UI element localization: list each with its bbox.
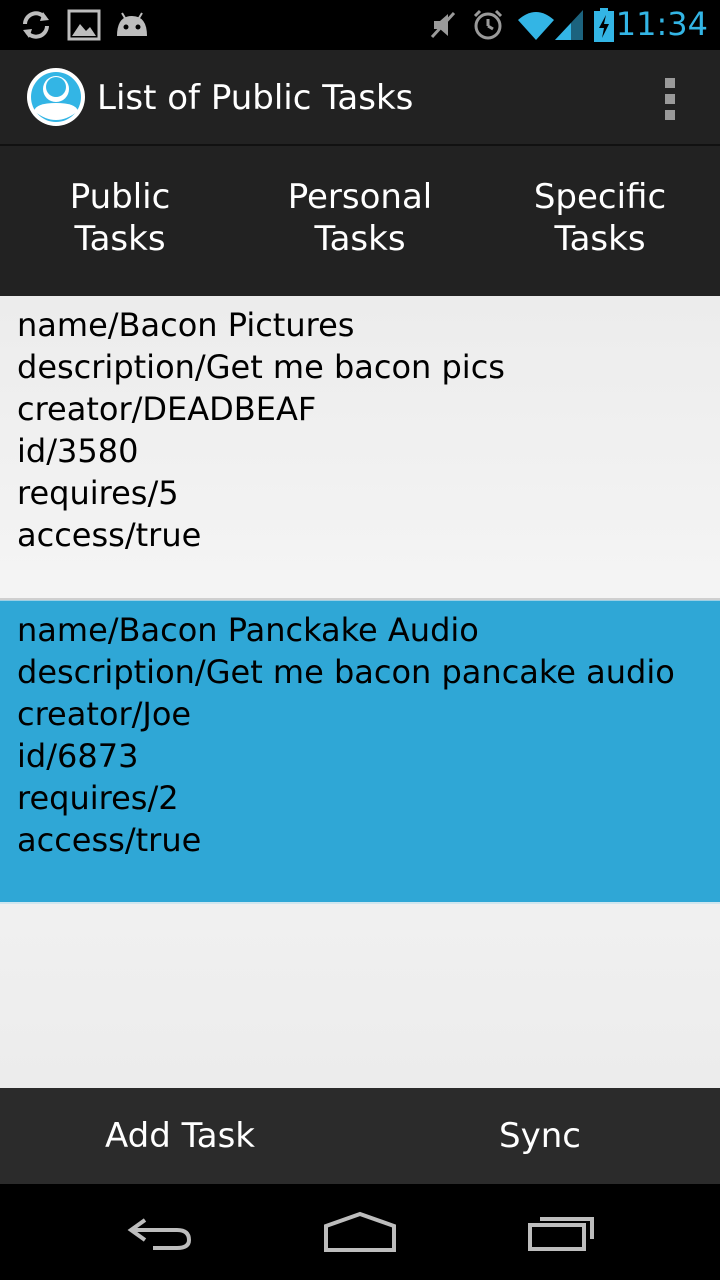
task-requires: requires/2 [17, 779, 179, 817]
task-item[interactable]: name/Bacon Pictures description/Get me b… [0, 296, 720, 600]
status-time: 11:34 [615, 5, 708, 43]
page-title: List of Public Tasks [97, 78, 414, 118]
status-bar: 11:34 [0, 0, 720, 50]
alarm-icon [470, 7, 506, 43]
wifi-icon [516, 7, 556, 43]
task-name: name/Bacon Panckake Audio [17, 611, 479, 649]
battery-charging-icon [592, 7, 616, 43]
task-creator: creator/DEADBEAF [17, 390, 317, 428]
tab-specific-tasks[interactable]: Specific Tasks [480, 146, 720, 296]
image-icon [66, 7, 102, 43]
sync-button[interactable]: Sync [360, 1088, 720, 1184]
navigation-bar [0, 1184, 720, 1280]
back-icon[interactable] [110, 1204, 210, 1260]
tab-public-tasks[interactable]: Public Tasks [0, 146, 240, 296]
app-logo-icon[interactable] [26, 67, 86, 127]
task-list[interactable]: name/Bacon Pictures description/Get me b… [0, 296, 720, 1088]
sync-icon [18, 7, 54, 43]
recent-apps-icon[interactable] [512, 1204, 612, 1260]
bottom-button-bar: Add Task Sync [0, 1088, 720, 1184]
task-description: description/Get me bacon pics [17, 348, 505, 386]
task-id: id/3580 [17, 432, 139, 470]
tab-bar: Public Tasks Personal Tasks Specific Tas… [0, 146, 720, 296]
task-id: id/6873 [17, 737, 139, 775]
task-access: access/true [17, 821, 202, 859]
home-icon[interactable] [310, 1204, 410, 1260]
task-access: access/true [17, 516, 202, 554]
task-name: name/Bacon Pictures [17, 306, 355, 344]
task-item-selected[interactable]: name/Bacon Panckake Audio description/Ge… [0, 600, 720, 904]
android-icon [112, 7, 152, 43]
add-task-button[interactable]: Add Task [0, 1088, 360, 1184]
signal-icon [552, 7, 586, 43]
task-requires: requires/5 [17, 474, 179, 512]
task-creator: creator/Joe [17, 695, 192, 733]
tab-personal-tasks[interactable]: Personal Tasks [240, 146, 480, 296]
action-bar: List of Public Tasks [0, 50, 720, 146]
mute-icon [426, 7, 460, 43]
overflow-menu-icon[interactable] [662, 78, 678, 120]
task-description: description/Get me bacon pancake audio [17, 653, 675, 691]
